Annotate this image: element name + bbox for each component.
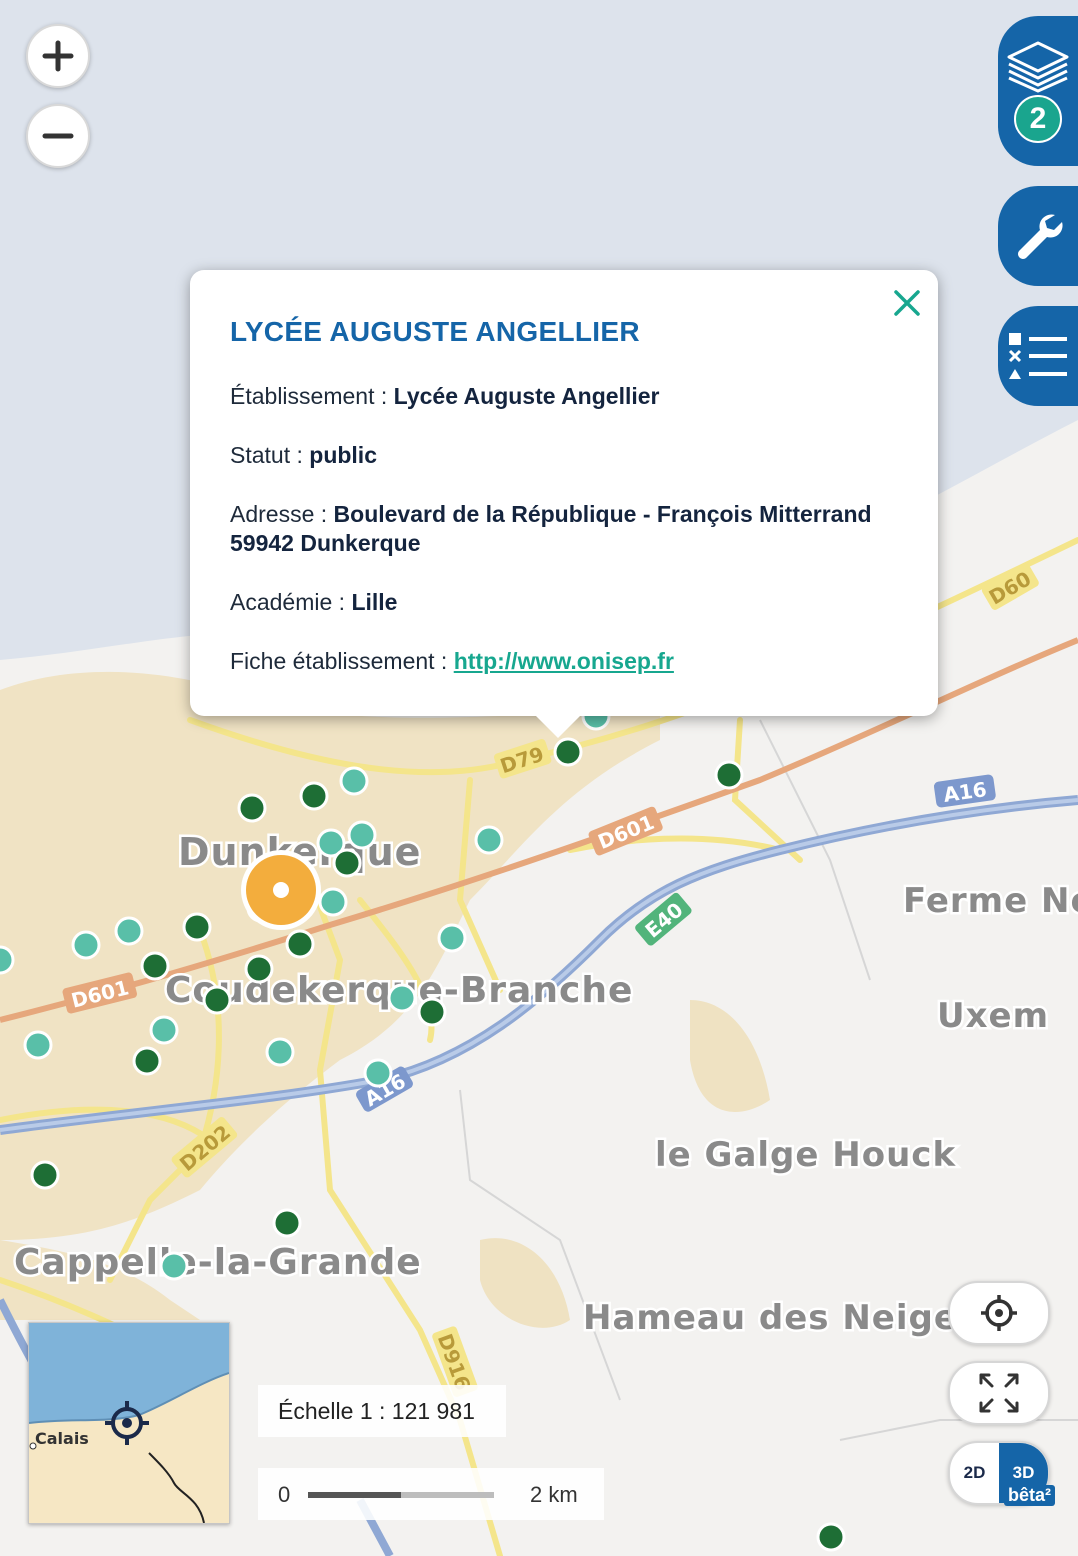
legend-button[interactable]	[998, 306, 1078, 406]
place-galge: le Galge Houck	[655, 1135, 956, 1175]
fullscreen-button[interactable]	[948, 1361, 1050, 1425]
field-value: Lille	[351, 589, 398, 615]
layers-count-badge: 2	[1014, 95, 1062, 143]
place-hameau: Hameau des Neiges	[583, 1298, 979, 1338]
school-marker[interactable]	[332, 848, 362, 878]
scale-ratio-text: Échelle 1 : 121 981	[278, 1397, 475, 1424]
field-label: Adresse :	[230, 501, 334, 527]
place-cappelle: Cappelle-la-Grande	[14, 1242, 422, 1283]
school-marker[interactable]	[363, 1058, 393, 1088]
field-fiche: Fiche établissement : http://www.onisep.…	[230, 647, 898, 676]
overview-minimap[interactable]: Calais	[28, 1322, 230, 1524]
popup-pointer	[536, 716, 580, 738]
plus-icon	[42, 40, 74, 72]
view-3d-label: 3D	[1012, 1463, 1035, 1482]
layers-icon	[1007, 41, 1069, 93]
school-marker[interactable]	[339, 766, 369, 796]
scale-bar-line	[308, 1492, 494, 1498]
school-marker[interactable]	[387, 983, 417, 1013]
school-marker[interactable]	[0, 945, 15, 975]
school-marker[interactable]	[285, 929, 315, 959]
locate-me-button[interactable]	[948, 1281, 1050, 1345]
field-value: public	[309, 442, 377, 468]
school-marker[interactable]	[23, 1030, 53, 1060]
school-marker[interactable]	[272, 1208, 302, 1238]
field-academie: Académie : Lille	[230, 588, 898, 617]
scale-ratio: Échelle 1 : 121 981	[258, 1385, 506, 1437]
school-marker[interactable]	[71, 930, 101, 960]
place-uxem: Uxem	[937, 996, 1049, 1036]
school-marker[interactable]	[140, 951, 170, 981]
minus-icon	[42, 133, 74, 139]
wrench-icon	[1018, 214, 1063, 259]
layers-button[interactable]: 2	[998, 16, 1078, 166]
school-marker[interactable]	[265, 1037, 295, 1067]
crosshair-icon	[981, 1295, 1017, 1331]
expand-arrows-icon	[979, 1373, 1019, 1413]
zoom-in-button[interactable]	[26, 24, 90, 88]
field-etablissement: Établissement : Lycée Auguste Angellier	[230, 382, 898, 411]
school-info-popup: LYCÉE AUGUSTE ANGELLIER Établissement : …	[190, 270, 938, 738]
place-ferme: Ferme No	[903, 881, 1078, 921]
scale-bar: 0 2 km	[258, 1468, 604, 1520]
school-marker[interactable]	[714, 760, 744, 790]
field-label: Fiche établissement :	[230, 648, 454, 674]
minimap-label: Calais	[35, 1429, 89, 1448]
school-marker[interactable]	[30, 1160, 60, 1190]
beta-label: bêta²	[1004, 1485, 1056, 1506]
school-marker[interactable]	[244, 954, 274, 984]
field-label: Académie :	[230, 589, 352, 615]
school-marker[interactable]	[182, 912, 212, 942]
field-label: Statut :	[230, 442, 310, 468]
school-marker[interactable]	[816, 1522, 846, 1552]
zoom-out-button[interactable]	[26, 104, 90, 168]
tools-button[interactable]	[998, 186, 1078, 286]
scale-bar-start: 0	[278, 1482, 291, 1507]
legend-list-icon	[1008, 333, 1067, 379]
school-marker[interactable]	[474, 825, 504, 855]
onisep-link[interactable]: http://www.onisep.fr	[454, 648, 674, 674]
school-marker[interactable]	[237, 793, 267, 823]
school-marker[interactable]	[132, 1046, 162, 1076]
school-marker[interactable]	[149, 1015, 179, 1045]
popup-title: LYCÉE AUGUSTE ANGELLIER	[230, 316, 640, 347]
field-statut: Statut : public	[230, 441, 898, 470]
close-icon[interactable]	[892, 288, 922, 318]
school-marker[interactable]	[553, 737, 583, 767]
field-value: Lycée Auguste Angellier	[393, 383, 660, 409]
school-marker[interactable]	[347, 820, 377, 850]
school-marker[interactable]	[437, 923, 467, 953]
school-marker[interactable]	[202, 985, 232, 1015]
view-2d-button[interactable]: 2D	[950, 1443, 999, 1503]
school-marker[interactable]	[417, 997, 447, 1027]
school-marker[interactable]	[114, 916, 144, 946]
scale-bar-end: 2 km	[530, 1482, 578, 1507]
school-marker[interactable]	[159, 1251, 189, 1281]
field-label: Établissement :	[230, 383, 394, 409]
school-marker[interactable]	[299, 781, 329, 811]
school-marker[interactable]	[318, 887, 348, 917]
field-adresse: Adresse : Boulevard de la République - F…	[230, 500, 898, 558]
selected-school-marker[interactable]	[241, 850, 321, 930]
